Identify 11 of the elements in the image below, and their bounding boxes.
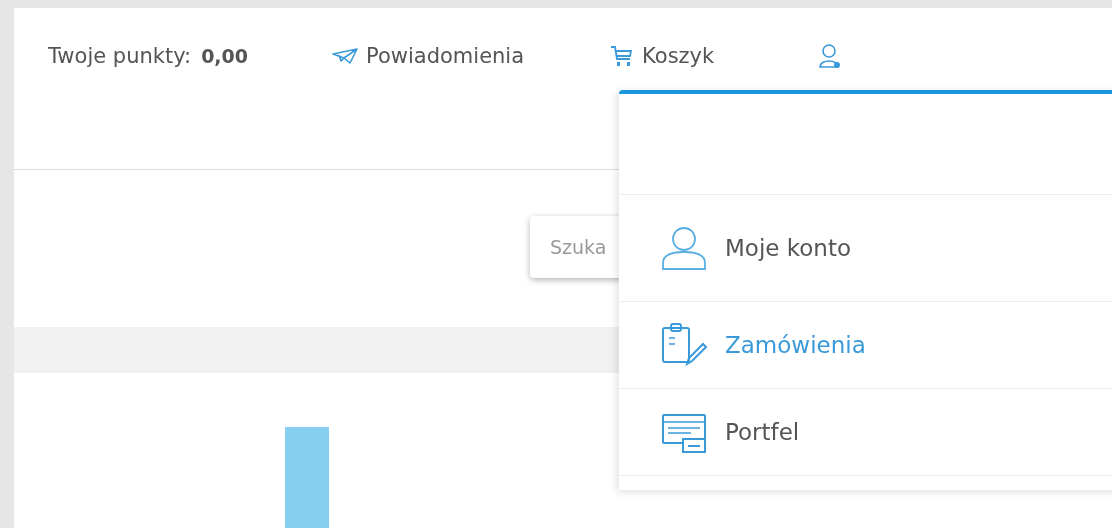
cart-link[interactable]: Koszyk (610, 44, 715, 68)
menu-item[interactable]: Portfel (619, 389, 1112, 476)
menu-item[interactable]: Moje konto (619, 195, 1112, 302)
notifications-link[interactable]: Powiadomienia (332, 44, 525, 68)
user-icon (661, 225, 707, 271)
points-label: Twoje punkty: (48, 44, 192, 68)
cart-icon (610, 44, 635, 68)
points-value: 0,00 (201, 45, 248, 67)
paper-plane-icon (332, 48, 358, 64)
user-icon[interactable] (818, 43, 843, 69)
clipboard-pencil-icon (661, 322, 707, 368)
